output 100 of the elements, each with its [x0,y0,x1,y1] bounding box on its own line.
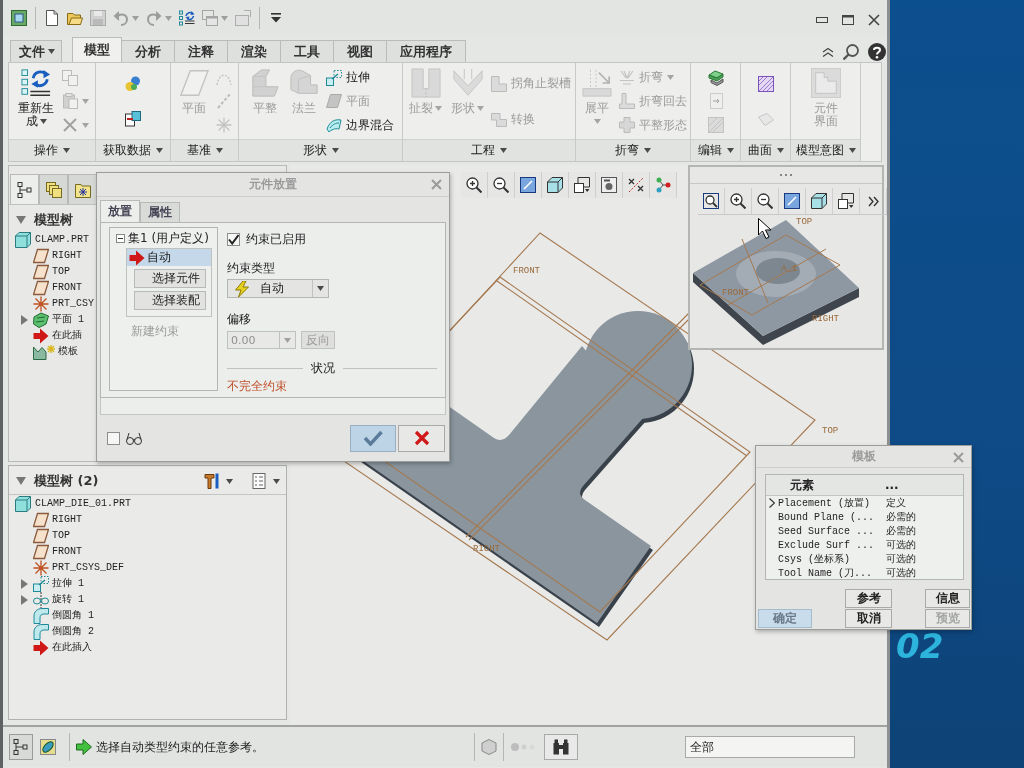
tree-settings-button[interactable] [204,473,233,489]
reference-collector[interactable]: 选择装配 [134,291,206,310]
camera-icon [601,177,617,193]
parallelogram-icon [33,528,49,544]
parallelogram-icon [33,512,49,528]
collapse-triangle-icon[interactable] [16,216,26,224]
field-label: 约束类型 [227,260,275,277]
ribbon-group-button[interactable]: 形状 [239,139,402,161]
tree-item[interactable]: FRONT [52,545,82,559]
ribbon-group-button[interactable]: 折弯 [576,139,690,161]
constraint-set[interactable]: 集1 (用户定义) [128,229,209,247]
dialog-tab[interactable]: 放置 [100,200,140,222]
dialog-tab[interactable]: 属性 [140,202,180,222]
status-toggle-button[interactable] [9,734,33,760]
ribbon-tab[interactable]: 注释 [175,40,228,62]
ribbon-tab[interactable]: 分析 [122,40,175,62]
zoom-in-icon [730,193,746,209]
datum-label: RIGHT [473,544,500,554]
tree-structure-icon [13,739,29,755]
constraint-type-dropdown[interactable]: 自动 [227,279,329,298]
ribbon-button[interactable]: 拉伸 [325,66,394,89]
caret-icon [331,148,339,153]
ribbon-group-button[interactable]: 模型意图 [791,139,860,161]
minimize-button[interactable] [816,17,828,23]
ribbon-group-button[interactable]: 编辑 [691,139,740,161]
toolbar-button[interactable] [177,7,197,29]
ribbon-button[interactable]: 重新生成 [15,66,57,139]
ribbon-group-button[interactable]: 基准 [171,139,238,161]
caret-icon [317,286,324,291]
filter-dropdown[interactable]: 全部 [685,736,855,758]
tree-item[interactable]: PRT_CSYS_DEF [52,561,124,575]
panel-title: 模型树 [34,211,73,229]
tree-item[interactable]: CLAMP_DIE_01.PRT [35,497,131,511]
tree-item[interactable]: 平面 1 [52,313,84,327]
cancel-button[interactable] [398,424,445,452]
help-button[interactable] [868,43,886,61]
close-icon [431,179,442,190]
close-button[interactable] [868,14,880,26]
toolbar-button[interactable] [9,7,29,29]
caret-icon [273,478,280,484]
folder-star-icon [74,181,91,198]
ribbon-group-button[interactable]: 获取数据 [96,139,170,161]
tree-item[interactable]: 倒圆角 1 [52,609,94,623]
chevron-up-icon [822,47,834,57]
redo-icon [146,10,162,26]
tree-item[interactable]: CLAMP.PRT [35,233,89,247]
tree-item[interactable]: 拉伸 1 [52,577,84,591]
tree-item[interactable]: 倒圆角 2 [52,625,94,639]
tree-item[interactable]: 模板 [58,345,78,359]
caret-icon [848,148,856,153]
tree-item[interactable]: FRONT [52,281,82,295]
navigator-tab[interactable] [39,174,68,204]
ribbon-group-button[interactable]: 工程 [403,139,575,161]
tree-item[interactable]: 在此插 [52,329,82,343]
ribbon-tab[interactable]: 应用程序 [387,40,466,62]
windows-icon [202,10,218,26]
ribbon-tab[interactable]: 视图 [334,40,387,62]
reference-collector[interactable]: 选择元件 [134,269,206,288]
app-logo-icon [11,10,27,26]
ribbon-button[interactable]: 边界混合 [325,114,394,137]
checkbox[interactable] [107,431,120,445]
paste-icon [62,93,78,110]
dialog-button[interactable]: 参考 [845,589,892,608]
dialog-button[interactable]: 信息 [925,589,970,608]
curved-surface-icon [325,117,342,134]
checkbox[interactable] [227,233,240,246]
column-header[interactable]: ... [885,478,899,492]
collapse-ribbon-button[interactable] [822,47,834,57]
check-icon [363,430,383,446]
block-icon [249,68,280,98]
tree-item[interactable]: RIGHT [52,249,82,263]
step-shape-icon [491,111,507,128]
panel-title: 模型树 (2) [34,472,99,490]
ribbon-tab[interactable]: 文件 [10,40,62,62]
constraint-item[interactable]: 自动 [127,249,211,266]
tree-columns-button[interactable] [251,473,280,489]
find-button[interactable] [544,734,578,760]
maximize-button[interactable] [842,15,854,25]
tree-item[interactable]: 在此插入 [52,641,92,655]
blank-page-icon [44,10,60,26]
navigator-tab[interactable] [68,174,97,204]
navigator-tab[interactable] [10,174,39,204]
search-button[interactable] [843,44,859,60]
ok-button[interactable] [350,424,396,452]
table-cell-text: 必需的 [885,511,916,524]
ribbon-group-button[interactable]: 操作 [9,139,95,161]
dialog-button[interactable]: 取消 [845,609,892,628]
tree-item[interactable]: RIGHT [52,513,82,527]
collapse-triangle-icon[interactable] [16,477,26,485]
ribbon-group-button[interactable]: 曲面 [741,139,790,161]
hexagon-icon [481,739,497,755]
ribbon-tab[interactable]: 渲染 [228,40,281,62]
tree-item[interactable]: TOP [52,265,70,279]
tree-item[interactable]: TOP [52,529,70,543]
table-cell-text: 可选的 [885,538,916,552]
tree-item[interactable]: 旋转 1 [52,593,84,607]
tree-item[interactable]: PRT_CSY [52,297,94,311]
column-header[interactable]: 元素 [790,476,865,494]
ribbon-tab[interactable]: 工具 [281,40,334,62]
ribbon-tab[interactable]: 模型 [72,37,122,62]
